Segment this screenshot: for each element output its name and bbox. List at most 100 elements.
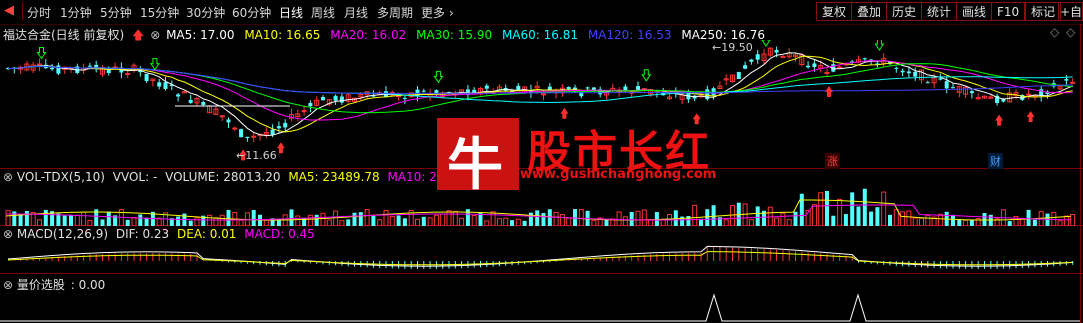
- volume-bar: [888, 214, 892, 226]
- volume-bar: [62, 215, 67, 226]
- diamond-icon[interactable]: ◇: [1050, 25, 1059, 39]
- volume-bar: [226, 210, 231, 226]
- sell-signal-arrow: [36, 47, 47, 60]
- volume-bar: [18, 214, 23, 226]
- period-tab-multi[interactable]: 多周期: [377, 4, 413, 21]
- volume-bar: [352, 212, 357, 226]
- buy-signal-arrow: [276, 142, 285, 154]
- candle-body: [755, 54, 760, 60]
- period-tab-more[interactable]: 更多 ›: [421, 4, 454, 21]
- volume-bar: [748, 219, 754, 226]
- volume-bar: [912, 217, 918, 226]
- period-tab-weekly[interactable]: 周线: [311, 4, 335, 21]
- settings-circle-icon[interactable]: ⊗: [3, 170, 13, 184]
- period-tab-1min[interactable]: 1分钟: [60, 4, 92, 21]
- statistics-button[interactable]: 统计: [921, 2, 958, 21]
- volume-bar: [1070, 213, 1076, 226]
- candle-body: [969, 91, 974, 94]
- diamond-icon[interactable]: ◇: [1066, 25, 1075, 39]
- volume-bar: [629, 212, 634, 226]
- volume-bar: [541, 212, 546, 226]
- overlay-button[interactable]: 叠加: [851, 2, 888, 21]
- limit-up-tag[interactable]: 涨: [825, 153, 840, 169]
- volume-bar: [957, 219, 962, 226]
- sell-signal-arrow: [433, 70, 444, 84]
- volume-bar: [755, 206, 760, 226]
- vvol-value: VVOL: -: [112, 170, 158, 184]
- candle-body: [774, 50, 779, 53]
- volume-bar: [1057, 220, 1063, 226]
- volume-bar: [730, 205, 735, 226]
- volume-bar: [780, 212, 786, 226]
- volume-bar: [793, 211, 798, 226]
- volume-bar: [1026, 209, 1031, 226]
- candle-body: [837, 66, 843, 69]
- period-tab-timeshare[interactable]: 分时: [27, 4, 51, 21]
- candle-body: [276, 126, 281, 129]
- volume-bar: [906, 210, 912, 226]
- period-tab-daily[interactable]: 日线: [279, 4, 303, 21]
- financial-report-tag[interactable]: 财: [988, 153, 1003, 169]
- candle-body: [862, 58, 867, 60]
- volume-bar: [238, 219, 244, 226]
- volume-bar: [869, 211, 874, 226]
- period-tab-60min[interactable]: 60分钟: [232, 4, 271, 21]
- candle-body: [906, 71, 911, 74]
- macd-dea-line: [7, 251, 1073, 266]
- candle-body: [402, 97, 407, 99]
- draw-line-button[interactable]: 画线: [956, 2, 993, 21]
- left-arrow-icon[interactable]: ◀: [4, 3, 14, 18]
- volume-bar: [919, 217, 924, 226]
- candle-body: [201, 102, 206, 105]
- sell-signal-arrow: [761, 40, 771, 47]
- volume-bar: [616, 211, 622, 226]
- candle-body: [894, 67, 899, 69]
- candle-body: [188, 99, 193, 103]
- candle-body: [157, 82, 162, 87]
- volume-bar: [925, 214, 931, 226]
- volume-bar: [452, 210, 458, 226]
- volume-bar: [799, 193, 804, 226]
- macd-dif-value: DIF: 0.23: [115, 227, 170, 241]
- volume-bar: [471, 214, 477, 226]
- volume-bar: [69, 215, 73, 226]
- settings-circle-icon[interactable]: ⊗: [3, 227, 13, 241]
- period-tab-15min[interactable]: 15分钟: [140, 4, 179, 21]
- period-tab-monthly[interactable]: 月线: [344, 4, 368, 21]
- volume-bar: [176, 216, 181, 226]
- volume-bar: [723, 219, 729, 226]
- volume-bar: [138, 214, 143, 226]
- volume-bar: [1063, 215, 1069, 226]
- period-tab-30min[interactable]: 30分钟: [186, 4, 225, 21]
- volume-bar: [490, 211, 496, 226]
- candle-body: [434, 90, 439, 94]
- volume-value: VOLUME: 28013.20: [165, 170, 281, 184]
- volume-bar: [825, 190, 829, 226]
- volume-bar: [893, 209, 899, 226]
- more-label: 更多: [421, 6, 446, 20]
- f10-button[interactable]: F10: [991, 2, 1026, 21]
- mark-button[interactable]: 标记: [1025, 2, 1062, 21]
- volume-bar: [641, 209, 647, 226]
- candle-body: [705, 89, 710, 100]
- macd-chart: [7, 245, 1074, 269]
- candle-body: [1001, 99, 1006, 102]
- history-button[interactable]: 历史: [886, 2, 923, 21]
- candle-body: [1039, 89, 1044, 96]
- candle-body: [87, 65, 92, 67]
- add-custom-button[interactable]: +自: [1058, 2, 1083, 21]
- chevron-right-icon: ›: [449, 6, 454, 20]
- volume-bar: [371, 215, 376, 226]
- volume-bar: [528, 212, 533, 226]
- period-tab-5min[interactable]: 5分钟: [100, 4, 132, 21]
- volume-bar: [389, 215, 395, 226]
- candle-body: [301, 110, 307, 113]
- restore-rights-button[interactable]: 复权: [816, 2, 853, 21]
- candle-body: [245, 136, 250, 139]
- candle-body: [541, 93, 546, 96]
- volume-bar: [951, 214, 955, 226]
- volume-bar: [219, 214, 225, 226]
- candle-body: [50, 67, 55, 70]
- volume-bar: [963, 219, 969, 226]
- volume-bar: [100, 219, 105, 226]
